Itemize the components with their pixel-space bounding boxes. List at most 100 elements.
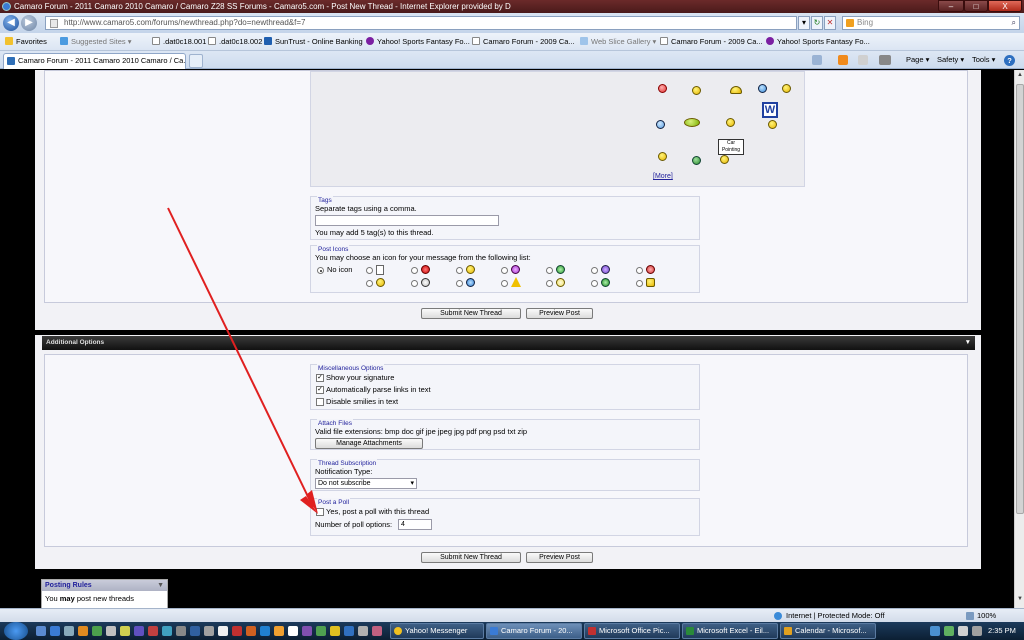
help-icon[interactable]: ? <box>1004 55 1015 66</box>
quick-launch-icon[interactable] <box>120 626 130 636</box>
safety-menu[interactable]: Safety ▾ <box>937 51 964 69</box>
page-icon <box>208 37 216 45</box>
minimize-button[interactable]: – <box>938 0 964 12</box>
tray-icon[interactable] <box>944 626 954 636</box>
feeds-icon[interactable] <box>838 55 848 65</box>
quick-launch-icon[interactable] <box>176 626 186 636</box>
quick-launch-icon[interactable] <box>162 626 172 636</box>
favorite-item[interactable]: .dat0c18.001 <box>152 33 206 51</box>
tab-bar: Camaro Forum - 2011 Camaro 2010 Camaro /… <box>0 51 1024 69</box>
calendar-icon <box>784 627 792 635</box>
favorite-item[interactable]: Camaro Forum - 2009 Ca... <box>660 33 763 51</box>
ie-icon[interactable] <box>50 626 60 636</box>
clock[interactable]: 2:35 PM <box>988 626 1016 635</box>
favorite-item[interactable]: Camaro Forum - 2009 Ca... <box>472 33 575 51</box>
task-excel[interactable]: Microsoft Excel - Eil... <box>682 623 778 639</box>
web-slice-icon <box>580 37 588 45</box>
messenger-icon <box>394 627 402 635</box>
scroll-up-icon[interactable]: ▲ <box>1016 72 1024 82</box>
quick-launch-icon[interactable] <box>274 626 284 636</box>
refresh-icon[interactable]: ↻ <box>811 16 823 30</box>
window-title: Camaro Forum - 2011 Camaro 2010 Camaro /… <box>14 2 511 11</box>
globe-icon <box>774 612 782 620</box>
tab-camaro-forum[interactable]: Camaro Forum - 2011 Camaro 2010 Camaro /… <box>3 53 186 69</box>
quick-launch-icon[interactable] <box>134 626 144 636</box>
favorite-item[interactable]: .dat0c18.002 <box>208 33 262 51</box>
quick-launch-icon[interactable] <box>204 626 214 636</box>
task-calendar[interactable]: Calendar - Microsof... <box>780 623 876 639</box>
quick-launch-icon[interactable] <box>302 626 312 636</box>
quick-launch-icon[interactable] <box>260 626 270 636</box>
explorer-icon[interactable] <box>64 626 74 636</box>
quick-launch-icon[interactable] <box>288 626 298 636</box>
task-yahoo-messenger[interactable]: Yahoo! Messenger <box>390 623 484 639</box>
quick-launch-icon[interactable] <box>190 626 200 636</box>
address-dropdown-icon[interactable]: ▾ <box>798 16 810 30</box>
quick-launch-icon[interactable] <box>106 626 116 636</box>
favorite-item[interactable]: Yahoo! Sports Fantasy Fo... <box>366 33 470 51</box>
favorite-item[interactable]: SunTrust - Online Banking <box>264 33 363 51</box>
search-input[interactable]: Bing ⌕ <box>842 16 1020 30</box>
quick-launch-icon[interactable] <box>344 626 354 636</box>
close-button[interactable]: X <box>988 0 1022 12</box>
annotation-arrow <box>167 207 318 514</box>
show-desktop-icon[interactable] <box>36 626 46 636</box>
zoom-icon <box>966 612 974 620</box>
quick-launch-icon[interactable] <box>316 626 326 636</box>
quick-launch-icon[interactable] <box>232 626 242 636</box>
link-icon <box>60 37 68 45</box>
favorite-item[interactable]: Yahoo! Sports Fantasy Fo... <box>766 33 870 51</box>
new-tab-button[interactable] <box>189 54 203 68</box>
back-icon[interactable]: ◀ <box>3 15 19 31</box>
quick-launch-icon[interactable] <box>246 626 256 636</box>
search-icon[interactable]: ⌕ <box>1012 17 1016 29</box>
site-icon <box>7 57 15 65</box>
address-toolbar: ◀ ▶ http://www.camaro5.com/forums/newthr… <box>0 13 1024 33</box>
home-icon[interactable] <box>812 55 822 65</box>
favorite-item[interactable]: Web Slice Gallery ▾ <box>580 33 656 51</box>
annotation-arrow-shaft <box>167 207 314 508</box>
mail-icon[interactable] <box>858 55 868 65</box>
address-input[interactable]: http://www.camaro5.com/forums/newthread.… <box>45 16 797 30</box>
favorites-button[interactable]: Favorites <box>5 33 47 51</box>
task-camaro-forum[interactable]: Camaro Forum - 20... <box>486 623 582 639</box>
page-content: W Car Pointing [More] Tags Separate tags… <box>0 70 1014 608</box>
page-icon <box>152 37 160 45</box>
ie-logo-icon <box>2 2 11 11</box>
quick-launch-icon[interactable] <box>92 626 102 636</box>
status-bar: Internet | Protected Mode: Off 100% <box>0 608 1024 622</box>
quick-launch-icon[interactable] <box>218 626 228 636</box>
quick-launch-icon[interactable] <box>78 626 88 636</box>
start-button[interactable] <box>4 622 28 640</box>
zoom-level[interactable]: 100% <box>977 609 996 622</box>
page-icon <box>660 37 668 45</box>
star-icon <box>5 37 13 45</box>
vertical-scrollbar[interactable]: ▲ ▼ <box>1014 70 1024 608</box>
taskbar: Yahoo! Messenger Camaro Forum - 20... Mi… <box>0 622 1024 640</box>
yahoo-icon <box>366 37 374 45</box>
tools-menu[interactable]: Tools ▾ <box>972 51 995 69</box>
window-title-bar: Camaro Forum - 2011 Camaro 2010 Camaro /… <box>0 0 1024 13</box>
maximize-button[interactable]: □ <box>964 0 988 12</box>
scroll-down-icon[interactable]: ▼ <box>1016 596 1024 606</box>
bing-icon <box>846 19 854 27</box>
quick-launch-icon[interactable] <box>148 626 158 636</box>
tray-icon[interactable] <box>930 626 940 636</box>
page-icon <box>50 19 58 28</box>
link-icon <box>264 37 272 45</box>
network-icon[interactable] <box>958 626 968 636</box>
favorite-item[interactable]: Suggested Sites ▾ <box>60 33 131 51</box>
volume-icon[interactable] <box>972 626 982 636</box>
stop-icon[interactable]: ✕ <box>824 16 836 30</box>
scrollbar-thumb[interactable] <box>1016 84 1024 514</box>
quick-launch-icon[interactable] <box>372 626 382 636</box>
quick-launch-icon[interactable] <box>330 626 340 636</box>
forward-icon[interactable]: ▶ <box>21 15 37 31</box>
task-office-picture[interactable]: Microsoft Office Pic... <box>584 623 680 639</box>
yahoo-icon <box>766 37 774 45</box>
ie-icon <box>490 627 498 635</box>
page-menu[interactable]: Page ▾ <box>906 51 929 69</box>
page-icon <box>472 37 480 45</box>
print-icon[interactable] <box>879 55 891 65</box>
quick-launch-icon[interactable] <box>358 626 368 636</box>
